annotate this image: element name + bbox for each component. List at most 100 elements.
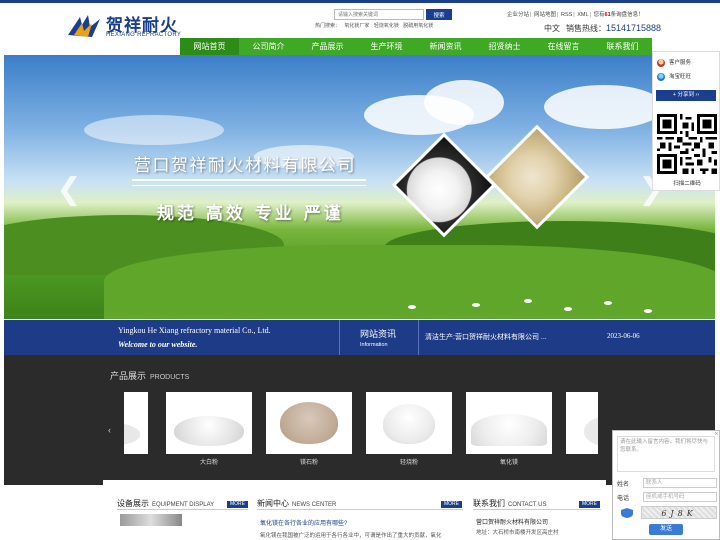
language-switch[interactable]: 中文 (544, 23, 560, 34)
name-input[interactable]: 联系人 (643, 478, 717, 488)
product-image (466, 392, 552, 454)
nav-item-jobs[interactable]: 招贤纳士 (475, 38, 534, 55)
news-ticker-link[interactable]: 清洁生产:营口贺祥耐火材料有限公司 ... (425, 332, 547, 342)
hot-search-link[interactable]: 氧化镁厂家 (344, 23, 369, 29)
bottom-columns: 设备展示 EQUIPMENT DISPLAY MORE 新闻中心 NEWS CENT… (103, 480, 606, 540)
nav-item-message[interactable]: 在线留言 (534, 38, 593, 55)
search-button[interactable]: 搜索 (426, 9, 452, 20)
name-label: 姓名 (617, 482, 630, 488)
phone-input[interactable]: 座机或手机号码 (643, 492, 717, 502)
taobao-wangwang-link[interactable]: 淘宝旺旺 (657, 72, 715, 83)
news-label-en: Information (360, 342, 388, 348)
customer-service-link[interactable]: 客户服务 (657, 58, 715, 69)
search-box: 搜索 (334, 9, 452, 20)
news-headline-link[interactable]: 氧化镁在各行各业的应用有哪些? (260, 518, 347, 527)
shield-icon (621, 508, 633, 518)
logo-text-en: HEXIANG REFRACTORY (106, 32, 182, 38)
banner-title: 营口贺祥耐火材料有限公司 (134, 156, 356, 176)
inquiry-notice[interactable]: 您有61条询盘信息！ (594, 12, 644, 18)
news-ticker-date: 2023-06-06 (607, 332, 640, 340)
nav-item-products[interactable]: 产品展示 (298, 38, 357, 55)
flower (564, 307, 572, 311)
news-more-button[interactable]: MORE (441, 501, 462, 508)
product-name[interactable]: 氧化镁 (466, 457, 552, 466)
nav-item-news[interactable]: 新闻资讯 (416, 38, 475, 55)
hot-search-link[interactable]: 轻烧氧化镁 (374, 23, 399, 29)
column-divider (117, 509, 248, 510)
plus-icon: + (672, 92, 676, 98)
share-button[interactable]: + 分享到 ›› (656, 90, 716, 101)
banner-divider (132, 179, 366, 181)
product-name[interactable]: 镁石粉 (266, 457, 352, 466)
column-divider (473, 509, 601, 510)
product-name[interactable]: 大白粉 (166, 457, 252, 466)
banner-product-image (484, 124, 590, 230)
top-link-sitemap[interactable]: 网站地图 (534, 12, 556, 18)
column-divider (257, 509, 463, 510)
sales-hotline: 销售热线：15141715888 (566, 23, 662, 33)
product-image (266, 392, 352, 454)
floating-service-panel: 客户服务 淘宝旺旺 + 分享到 ›› 扫描二维码 (652, 51, 720, 191)
quick-message-box: × 请在此输入留言内容，我们将尽快与您联系。 姓名 联系人 电话 座机或手机号码… (612, 430, 720, 540)
flower (524, 299, 532, 303)
search-input[interactable] (334, 9, 424, 20)
product-card-partial[interactable] (124, 392, 148, 454)
message-textarea[interactable]: 请在此输入留言内容，我们将尽快与您联系。 (617, 436, 715, 472)
main-nav: 网站首页 公司简介 产品展示 生产环境 新闻资讯 招贤纳士 在线留言 联系我们 (180, 38, 652, 55)
product-name[interactable]: 轻烧粉 (366, 457, 452, 466)
company-name-en: Yingkou He Xiang refractory material Co.… (118, 326, 271, 335)
equipment-more-button[interactable]: MORE (227, 501, 248, 508)
hot-searches: 热门搜索： 氧化镁厂家 轻烧氧化镁 脱硫用氧化镁 (315, 22, 436, 29)
product-image (124, 392, 148, 454)
product-card[interactable]: 镁石粉 (266, 392, 352, 466)
equipment-title: 设备展示 EQUIPMENT DISPLAY (117, 499, 215, 508)
news-center-title: 新闻中心 NEWS CENTER (257, 499, 337, 508)
products-prev-icon[interactable]: ‹ (108, 425, 111, 435)
hero-banner: 营口贺祥耐火材料有限公司 规范 高效 专业 严谨 ❮ ❯ (4, 55, 715, 319)
nav-item-environment[interactable]: 生产环境 (357, 38, 416, 55)
hot-search-label: 热门搜索： (315, 23, 341, 29)
cloud (424, 80, 504, 125)
top-link-xml[interactable]: XML (577, 12, 588, 18)
info-strip: Yingkou He Xiang refractory material Co.… (4, 320, 715, 355)
product-card[interactable]: 大白粉 (166, 392, 252, 466)
flower (644, 309, 652, 313)
flower (472, 303, 480, 307)
banner-prev-arrow-icon[interactable]: ❮ (56, 175, 82, 205)
service-avatar-icon (657, 58, 665, 67)
product-card[interactable]: 氧化镁 (466, 392, 552, 466)
banner-divider (132, 185, 366, 186)
contact-more-button[interactable]: MORE (579, 501, 600, 508)
banner-product-image (391, 132, 497, 238)
cloud (84, 115, 224, 145)
logo-flame-icon (68, 15, 100, 37)
qr-label: 扫描二维码 (673, 181, 701, 187)
welcome-text: Welcome to our website. (118, 340, 198, 349)
nav-item-home[interactable]: 网站首页 (180, 38, 239, 55)
contact-company: 营口贺祥耐火材料有限公司 (476, 520, 549, 526)
captcha-image[interactable]: 6J8K (641, 506, 717, 519)
products-section: 产品展示 PRODUCTS ‹ 大白粉 镁石粉 轻烧粉 氧化镁 (4, 355, 715, 485)
qr-code-icon (657, 114, 717, 174)
hotline-number: 15141715888 (606, 23, 662, 33)
top-link-rss[interactable]: RSS (561, 12, 572, 18)
contact-address: 地址：大石桥市南楼开发区高庄村 (476, 530, 559, 536)
product-card-partial[interactable] (566, 392, 598, 454)
site-header: 贺祥耐火 HEXIANG REFRACTORY 搜索 热门搜索： 氧化镁厂家 轻… (0, 3, 720, 39)
product-carousel: 大白粉 镁石粉 轻烧粉 氧化镁 (124, 392, 598, 472)
news-label-box: 网站资讯 Information (339, 320, 419, 355)
send-button[interactable]: 发送 (649, 524, 683, 535)
news-excerpt: 氧化镁在我国被广泛的运用于各行各业中，可谓是作出了重大的贡献，氧化 (260, 533, 442, 539)
equipment-image[interactable] (120, 514, 182, 526)
site-logo[interactable]: 贺祥耐火 HEXIANG REFRACTORY (66, 11, 182, 43)
product-image (366, 392, 452, 454)
top-link-branch[interactable]: 企业分站 (507, 12, 529, 18)
hot-search-link[interactable]: 脱硫用氧化镁 (403, 23, 433, 29)
product-image (566, 392, 598, 454)
news-label-cn: 网站资讯 (360, 329, 397, 339)
nav-item-contact[interactable]: 联系我们 (593, 38, 652, 55)
nav-item-about[interactable]: 公司简介 (239, 38, 298, 55)
product-card[interactable]: 轻烧粉 (366, 392, 452, 466)
flower (604, 301, 612, 305)
products-title: 产品展示 PRODUCTS (110, 371, 190, 381)
